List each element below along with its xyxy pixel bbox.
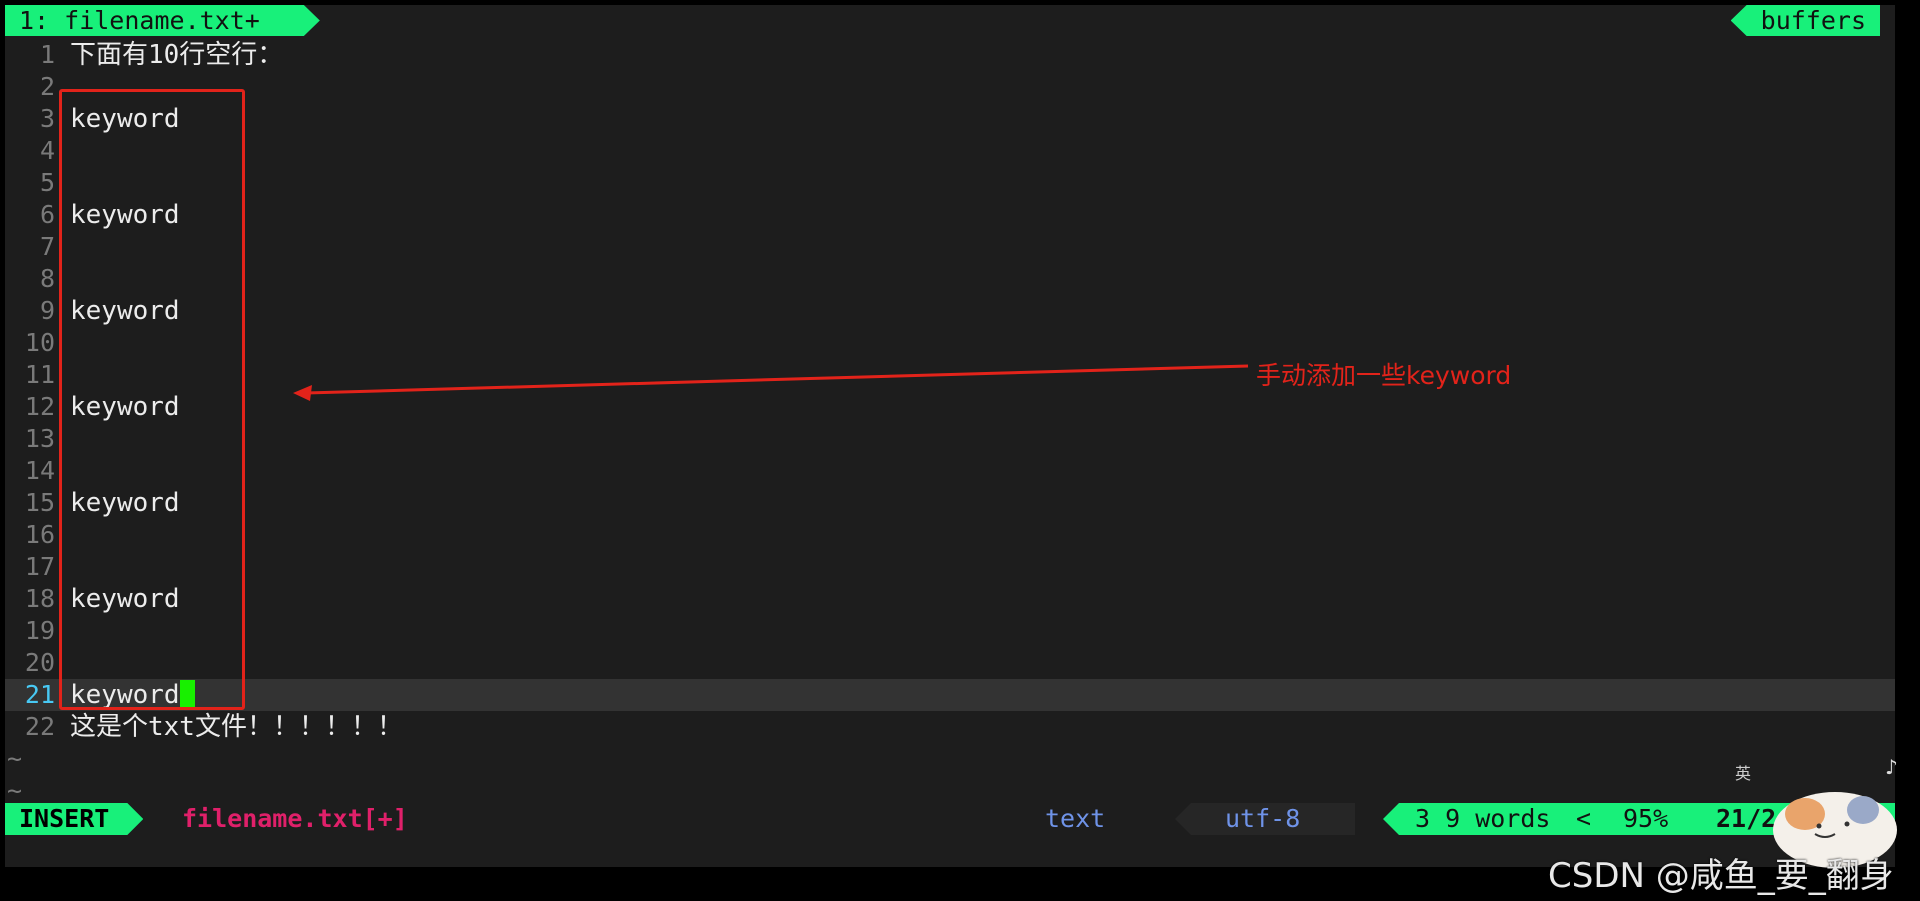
line-number: 1 [39, 40, 55, 69]
line-text: 这是个txt文件！！！！！！ [70, 712, 403, 742]
editor-line[interactable]: 14 [5, 455, 1895, 487]
line-number: 9 [39, 296, 55, 325]
line-number: 13 [24, 424, 55, 453]
watermark: CSDN @咸鱼_要_翻身 [1548, 856, 1894, 896]
editor-line-current[interactable]: 21 keyword [5, 679, 1895, 711]
editor-line[interactable]: 13 [5, 423, 1895, 455]
segment-separator: < [1576, 804, 1592, 833]
encoding-indicator: utf-8 [1175, 803, 1356, 835]
editor-line[interactable]: 8 [5, 263, 1895, 295]
line-number: 10 [24, 328, 55, 357]
editor-area[interactable]: 1 下面有10行空行： 2 3 keyword 4 5 6 keyword 7 8 9… [5, 39, 1895, 807]
editor-line[interactable]: 1 下面有10行空行： [5, 39, 1895, 71]
line-text: 下面有10行空行： [70, 40, 284, 70]
filetype-indicator: text [1045, 804, 1106, 833]
line-number: 16 [24, 520, 55, 549]
scroll-percent: 95% [1623, 804, 1669, 833]
line-number: 8 [39, 264, 55, 293]
line-number: 12 [24, 392, 55, 421]
editor-line[interactable]: 4 [5, 135, 1895, 167]
editor-line[interactable]: 12 keyword [5, 391, 1895, 423]
line-number: 15 [24, 488, 55, 517]
editor-line[interactable]: 11 [5, 359, 1895, 391]
annotation-label: 手动添加一些keyword [1256, 361, 1512, 390]
line-number: 5 [39, 168, 55, 197]
line-number: 22 [24, 712, 55, 741]
statusline-filename: filename.txt[+] [182, 804, 408, 833]
line-number: 4 [39, 136, 55, 165]
editor-line[interactable]: 10 [5, 327, 1895, 359]
line-number: 21 [24, 680, 55, 709]
editor-line[interactable]: 3 keyword [5, 103, 1895, 135]
line-number: 7 [39, 232, 55, 261]
word-count: 3 9 words [1415, 804, 1551, 833]
line-number: 6 [39, 200, 55, 229]
editor-line[interactable]: 16 [5, 519, 1895, 551]
line-number: 20 [24, 648, 55, 677]
line-number: 11 [24, 360, 55, 389]
tilde-glyph: ~ [7, 744, 23, 773]
tab-filename[interactable]: 1: filename.txt+ [5, 5, 320, 36]
editor-line[interactable]: 17 [5, 551, 1895, 583]
annotation-highlight-box [59, 89, 245, 710]
mode-indicator: INSERT [5, 803, 143, 835]
svg-text:♪: ♪ [1885, 755, 1898, 779]
empty-line-marker: ~ [5, 743, 1895, 775]
statusline: INSERT filename.txt[+] text utf-8 3 9 wo… [5, 803, 1895, 835]
editor-line[interactable]: 22 这是个txt文件！！！！！！ [5, 711, 1895, 743]
line-number: 2 [39, 72, 55, 101]
editor-line[interactable]: 9 keyword [5, 295, 1895, 327]
buffers-indicator[interactable]: buffers [1730, 5, 1880, 36]
editor-line[interactable]: 18 keyword [5, 583, 1895, 615]
line-number: 19 [24, 616, 55, 645]
editor-line[interactable]: 6 keyword [5, 199, 1895, 231]
editor-line[interactable]: 19 [5, 615, 1895, 647]
tabline: 1: filename.txt+ buffers [5, 5, 1895, 36]
editor-line[interactable]: 7 [5, 231, 1895, 263]
editor-line[interactable]: 2 [5, 71, 1895, 103]
line-number: 18 [24, 584, 55, 613]
vim-terminal-window: 1: filename.txt+ buffers 1 下面有10行空行： 2 3k… [5, 5, 1895, 867]
line-number: 3 [39, 104, 55, 133]
editor-line[interactable]: 20 [5, 647, 1895, 679]
editor-line[interactable]: 5 [5, 167, 1895, 199]
line-number: 17 [24, 552, 55, 581]
line-number: 14 [24, 456, 55, 485]
editor-line[interactable]: 15 keyword [5, 487, 1895, 519]
